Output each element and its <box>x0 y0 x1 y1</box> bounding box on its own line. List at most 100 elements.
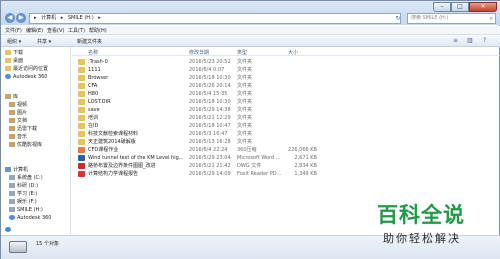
minimize-button[interactable]: – <box>433 2 451 12</box>
nav-item-pictures[interactable]: 图片 <box>9 110 27 117</box>
close-button[interactable]: ✕ <box>469 2 497 12</box>
organize-button[interactable]: 组织 ▾ <box>7 38 21 45</box>
nav-item-documents[interactable]: 文档 <box>9 118 27 125</box>
file-name: 天正建筑2014破解版 <box>88 139 136 145</box>
file-date: 2016/5/13 16:28 <box>189 139 231 145</box>
file-row[interactable]: Browser 2016/5/18 10:30 文件夹 <box>72 74 500 82</box>
nav-item-desktop[interactable]: 桌面 <box>5 58 23 65</box>
menu-bar: 文件(F) 编辑(E) 查看(V) 工具(T) 帮助(H) <box>1 26 500 35</box>
file-type: 文件夹 <box>237 123 253 129</box>
menu-edit[interactable]: 编辑(E) <box>26 27 43 34</box>
address-segment-drive[interactable]: SMILE (H:) <box>68 15 94 21</box>
nav-item-drive-e[interactable]: 学习 (E:) <box>9 191 37 198</box>
forward-button[interactable]: ▶ <box>16 13 26 23</box>
file-type: 360压缩 <box>237 147 257 153</box>
drive-icon <box>9 191 15 196</box>
menu-file[interactable]: 文件(F) <box>5 27 22 34</box>
preview-pane-icon[interactable]: ▥ <box>467 37 473 44</box>
help-icon[interactable]: ? <box>483 37 486 44</box>
menu-help[interactable]: 帮助(H) <box>89 27 107 34</box>
nav-item-youku[interactable]: 优酷影视库 <box>9 142 42 149</box>
share-button[interactable]: 共享 ▾ <box>37 38 51 45</box>
file-type: 文件夹 <box>237 83 253 89</box>
file-row[interactable]: 计算结构力学课程报告 2016/5/29 14:09 Foxit Reader PD… <box>72 170 500 178</box>
file-name: 路桥布置及边界条件图图_改进 <box>88 163 156 169</box>
file-date: 2016/5/29 14:38 <box>189 107 231 113</box>
search-icon[interactable]: ⌕ <box>490 14 493 23</box>
file-row[interactable]: H80 2016/5/4 15:35 文件夹 <box>72 90 500 98</box>
nav-label: 优酷影视库 <box>17 142 43 148</box>
column-type[interactable]: 类型 <box>237 49 247 56</box>
file-row[interactable]: save 2016/5/29 14:38 文件夹 <box>72 106 500 114</box>
file-name: 在ID <box>88 123 99 129</box>
file-name: 培训 <box>88 115 99 121</box>
nav-item-drive-d[interactable]: 科研 (D:) <box>9 183 38 190</box>
watermark-title: 百科全说 <box>377 203 465 227</box>
address-bar[interactable]: ▸ 计算机 ▸ SMILE (H:) ▸ <box>29 13 401 24</box>
address-separator: ▸ <box>34 15 37 21</box>
refresh-icon[interactable]: ↻ <box>393 13 403 24</box>
file-row[interactable]: 天正建筑2014破解版 2016/5/13 16:28 文件夹 <box>72 138 500 146</box>
folder-icon <box>78 99 85 105</box>
menu-view[interactable]: 查看(V) <box>47 27 64 34</box>
nav-item-autodesk[interactable]: Autodesk 360 <box>5 74 48 81</box>
menu-tools[interactable]: 工具(T) <box>68 27 85 34</box>
nav-item-network[interactable] <box>5 227 13 234</box>
nav-item-computer[interactable]: 计算机 <box>5 167 28 174</box>
nav-item-libraries[interactable]: 库 <box>5 94 18 101</box>
column-name[interactable]: 名称 <box>88 49 98 56</box>
address-segment-computer[interactable]: 计算机 <box>41 15 56 21</box>
file-row[interactable]: 1111 2016/6/4 0:07 文件夹 <box>72 66 500 74</box>
search-input[interactable]: 搜索 SMILE (H:) ⌕ <box>407 13 496 24</box>
file-row[interactable]: 在ID 2016/5/18 10:47 文件夹 <box>72 122 500 130</box>
file-row[interactable]: Wind tunnel test of the KM Level hig... 2… <box>72 154 500 162</box>
usb-drive-icon <box>9 207 15 212</box>
search-placeholder: 搜索 SMILE (H:) <box>411 15 449 21</box>
nav-item-autodesk-360[interactable]: Autodesk 360 <box>9 215 52 222</box>
file-row[interactable]: CFD课程作业 2016/6/4 22:24 360压缩 226,066 KB <box>72 146 500 154</box>
pictures-icon <box>9 110 15 115</box>
back-button[interactable]: ◀ <box>5 13 15 23</box>
nav-item-drive-h[interactable]: SMILE (H:) <box>9 207 43 214</box>
file-date: 2016/6/4 22:24 <box>189 147 228 153</box>
nav-item-music[interactable]: 音乐 <box>9 134 27 141</box>
computer-icon <box>5 167 11 172</box>
file-row[interactable]: 培训 2016/5/21 12:29 文件夹 <box>72 114 500 122</box>
file-row[interactable]: CFA 2016/5/26 20:14 文件夹 <box>72 82 500 90</box>
nav-item-downloads[interactable]: 下载 <box>5 50 23 57</box>
drive-icon <box>9 241 27 253</box>
column-size[interactable]: 大小 <box>288 49 298 56</box>
file-row[interactable]: .Trash-0 2016/5/23 20:52 文件夹 <box>72 58 500 66</box>
column-date[interactable]: 修改日期 <box>189 49 209 56</box>
videos-icon <box>9 102 15 107</box>
network-icon <box>5 227 11 232</box>
nav-item-xunlei[interactable]: 迅雷下载 <box>9 126 37 133</box>
file-date: 2016/5/21 12:29 <box>189 115 231 121</box>
nav-item-drive-c[interactable]: 系统盘 (C:) <box>9 175 43 182</box>
drive-icon <box>9 175 15 180</box>
file-size: 1,349 KB <box>294 171 317 177</box>
file-date: 2016/5/3 16:47 <box>189 131 228 137</box>
file-name: CFA <box>88 83 98 89</box>
file-row[interactable]: 路桥布置及边界条件图图_改进 2016/5/21 21:42 DWG 文件 2,834… <box>72 162 500 170</box>
file-type: 文件夹 <box>237 91 253 97</box>
pdf-icon <box>78 171 85 177</box>
file-row[interactable]: LOST.DIR 2016/5/18 10:30 文件夹 <box>72 98 500 106</box>
folder-icon <box>78 107 85 113</box>
file-name: 1111 <box>88 67 101 73</box>
recent-places-icon <box>5 66 11 71</box>
folder-icon <box>78 123 85 129</box>
nav-item-drive-f[interactable]: 娱乐 (F:) <box>9 199 37 206</box>
nav-label: 最近访问的位置 <box>13 66 49 72</box>
nav-item-videos[interactable]: 视频 <box>9 102 27 109</box>
file-name: LOST.DIR <box>88 99 111 105</box>
view-options-icon[interactable]: ≡ <box>453 37 458 44</box>
file-row[interactable]: 科技文献检索课程材料 2016/5/3 16:47 文件夹 <box>72 130 500 138</box>
nav-item-recent[interactable]: 最近访问的位置 <box>5 66 48 73</box>
library-icon <box>5 94 11 99</box>
file-type: 文件夹 <box>237 75 253 81</box>
maximize-button[interactable]: □ <box>451 2 469 12</box>
new-folder-button[interactable]: 新建文件夹 <box>77 38 102 45</box>
file-date: 2016/5/18 10:30 <box>189 75 231 81</box>
folder-icon <box>78 83 85 89</box>
